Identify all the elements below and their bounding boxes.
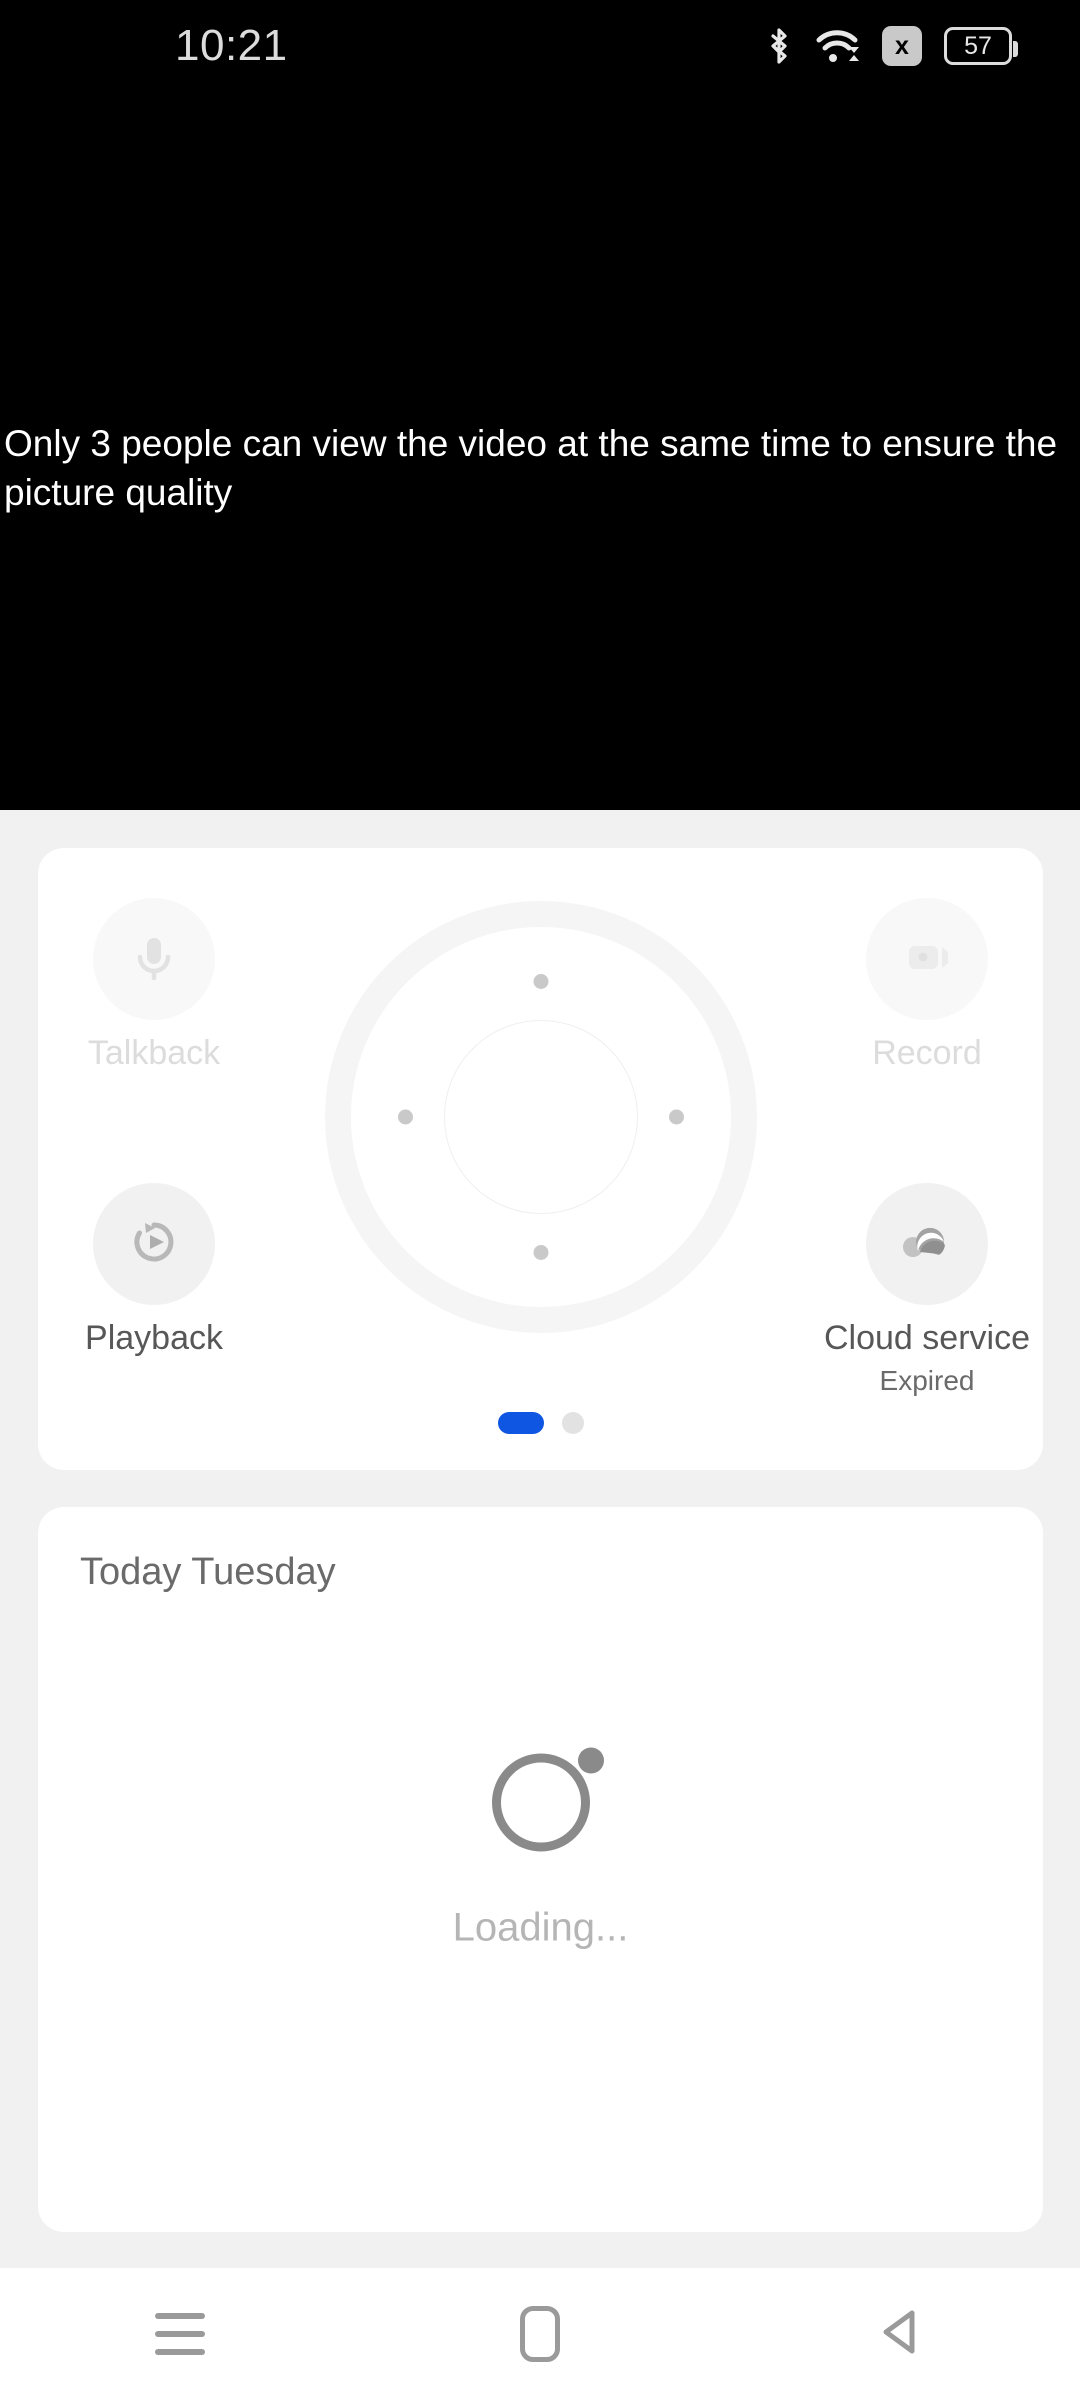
battery-level-text: 57 bbox=[964, 31, 992, 60]
pan-tilt-down-dot[interactable] bbox=[533, 1245, 548, 1260]
loading-state: Loading... bbox=[38, 1747, 1043, 1950]
cloud-service-label: Cloud service bbox=[824, 1319, 1030, 1357]
no-signal-x-glyph: x bbox=[895, 31, 909, 60]
cloud-icon bbox=[896, 1213, 958, 1276]
spinner-ring bbox=[491, 1753, 590, 1851]
camera-controls-card: Talkback Record Playback Cloud service E… bbox=[38, 848, 1043, 1470]
pan-tilt-right-dot[interactable] bbox=[668, 1109, 684, 1125]
pan-tilt-control-pad[interactable] bbox=[324, 901, 757, 1333]
app-screen: Only 3 people can view the video at the … bbox=[0, 0, 1080, 2400]
nav-home-button[interactable] bbox=[450, 2268, 630, 2400]
pagination-dot-1[interactable] bbox=[497, 1412, 544, 1434]
talkback-label: Talkback bbox=[87, 1034, 221, 1072]
playback-button[interactable]: Playback bbox=[34, 1183, 274, 1358]
record-button[interactable]: Record bbox=[807, 898, 1047, 1073]
talkback-button[interactable]: Talkback bbox=[34, 898, 274, 1073]
loading-spinner-icon bbox=[491, 1747, 604, 1851]
microphone-icon bbox=[125, 928, 183, 991]
record-label: Record bbox=[872, 1034, 982, 1072]
cloud-service-button[interactable]: Cloud service Expired bbox=[807, 1183, 1047, 1398]
loading-text: Loading... bbox=[452, 1905, 629, 1949]
record-icon-circle bbox=[866, 898, 988, 1020]
status-bar: 10:21 x 57 bbox=[0, 0, 1080, 96]
nav-back-button[interactable] bbox=[810, 2268, 990, 2400]
replay-play-icon bbox=[125, 1213, 183, 1276]
talkback-icon-circle bbox=[93, 898, 215, 1020]
battery-icon: 57 bbox=[944, 27, 1018, 65]
nav-recents-button[interactable] bbox=[90, 2268, 270, 2400]
pan-tilt-center[interactable] bbox=[443, 1020, 638, 1214]
pan-tilt-up-dot[interactable] bbox=[533, 974, 548, 989]
no-signal-icon: x bbox=[882, 26, 922, 66]
pagination-dot-2[interactable] bbox=[561, 1412, 584, 1434]
playback-label: Playback bbox=[85, 1319, 223, 1357]
bluetooth-icon bbox=[766, 27, 792, 65]
status-bar-clock: 10:21 bbox=[175, 21, 288, 70]
playback-icon-circle bbox=[93, 1183, 215, 1305]
cloud-service-status: Expired bbox=[879, 1365, 975, 1397]
recents-icon bbox=[155, 2313, 205, 2355]
timeline-title: Today Tuesday bbox=[80, 1551, 336, 1593]
video-camera-icon bbox=[898, 928, 956, 991]
video-preview-area[interactable]: Only 3 people can view the video at the … bbox=[0, 0, 1080, 810]
wifi-icon bbox=[814, 27, 860, 65]
home-icon bbox=[520, 2306, 560, 2362]
timeline-card: Today Tuesday Loading... bbox=[38, 1507, 1043, 2232]
status-bar-icons: x 57 bbox=[766, 26, 1018, 66]
android-nav-bar bbox=[0, 2268, 1080, 2400]
cloud-icon-circle bbox=[866, 1183, 988, 1305]
spinner-dot bbox=[577, 1747, 604, 1773]
back-icon bbox=[874, 2303, 926, 2366]
pan-tilt-left-dot[interactable] bbox=[397, 1109, 413, 1125]
video-limit-message: Only 3 people can view the video at the … bbox=[4, 423, 1058, 513]
controls-pagination[interactable] bbox=[497, 1412, 584, 1434]
